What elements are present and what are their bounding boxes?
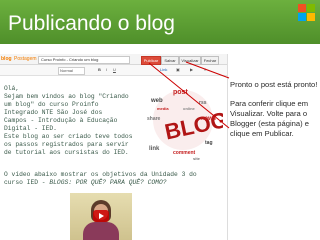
editor-top-bar: blog Postagem Curso Proinfo - Criando um…	[0, 54, 227, 65]
svg-text:news: news	[201, 116, 217, 122]
image-icon[interactable]: ▣	[176, 67, 180, 73]
preview-button[interactable]: Visualizar	[179, 56, 201, 65]
close-button[interactable]: Fechar	[201, 56, 219, 65]
save-button[interactable]: Salvar	[161, 56, 179, 65]
slide-title: Publicando o blog	[8, 12, 175, 35]
svg-text:share: share	[147, 116, 161, 122]
intro-line-2-prefix: curso IED -	[4, 179, 50, 186]
video-intro-text[interactable]: O vídeo abaixo mostrar os objetivos da U…	[4, 171, 226, 187]
blog-word-cloud-image: BLOG web post rss share news link commen…	[147, 89, 223, 161]
slide-title-bar: Publicando o blog	[0, 0, 320, 44]
bold-button[interactable]: B	[98, 67, 101, 73]
svg-text:online: online	[183, 106, 196, 111]
svg-text:tag: tag	[205, 140, 213, 146]
svg-text:post: post	[173, 89, 188, 96]
post-tag: Postagem	[14, 56, 37, 62]
blogger-logo[interactable]: blog	[1, 54, 12, 64]
callout-paragraph-1: Pronto o post está pronto!	[230, 80, 318, 89]
align-icon[interactable]: ≡	[204, 67, 206, 73]
post-title-input[interactable]: Curso Proinfo - Criando um blog	[38, 56, 130, 64]
formatting-toolbar: Normal B I U Link ▣ ▶ ≡	[0, 65, 227, 76]
callout-paragraph-2: Para conferir clique em Visualizar. Volt…	[230, 99, 309, 138]
svg-text:rss: rss	[199, 100, 207, 106]
windows-logo-icon	[298, 4, 316, 22]
embedded-video[interactable]	[70, 193, 132, 240]
italic-button[interactable]: I	[106, 67, 107, 73]
post-body-text[interactable]: Olá, Sejam bem vindos ao blog "Criando u…	[4, 85, 146, 157]
instruction-callout: Pronto o post está pronto! Para conferir…	[230, 80, 318, 148]
blogger-editor-screenshot: blog Postagem Curso Proinfo - Criando um…	[0, 54, 228, 240]
svg-text:site: site	[193, 156, 201, 161]
link-button[interactable]: Link	[160, 67, 167, 73]
underline-button[interactable]: U	[113, 67, 116, 73]
font-select[interactable]: Normal	[58, 67, 85, 75]
video-icon[interactable]: ▶	[190, 67, 193, 73]
play-icon[interactable]	[93, 210, 109, 222]
svg-text:web: web	[150, 98, 163, 104]
svg-text:media: media	[157, 106, 169, 111]
intro-line-1: O vídeo abaixo mostrar os objetivos da U…	[4, 171, 197, 178]
publish-button[interactable]: Publicar	[141, 56, 161, 65]
intro-line-2-italic: BLOGS: POR QUÊ? PARA QUÊ? COMO?	[49, 179, 167, 186]
svg-text:link: link	[149, 146, 160, 152]
